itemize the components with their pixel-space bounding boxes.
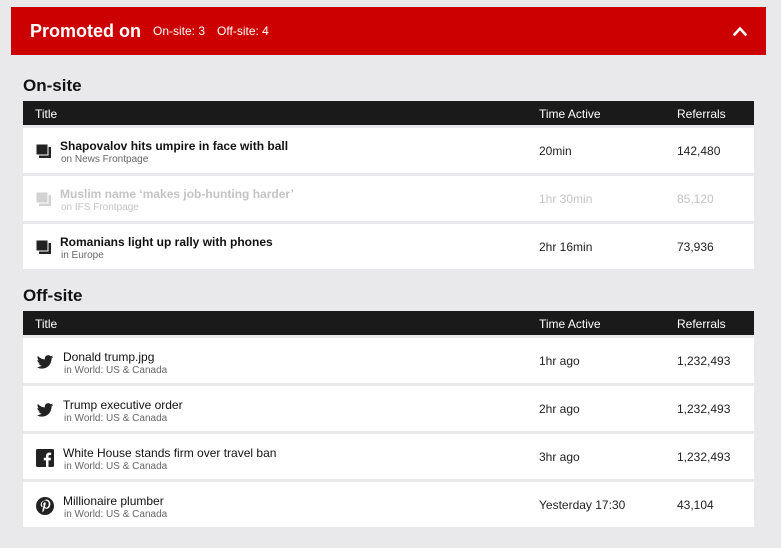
- time-active: Yesterday 17:30: [539, 498, 626, 512]
- article-title[interactable]: Muslim name ‘makes job-hunting harder’: [60, 187, 294, 201]
- article-stack-icon: [35, 239, 51, 254]
- post-title[interactable]: Millionaire plumber: [63, 494, 164, 508]
- chevron-up-icon: [733, 26, 747, 36]
- article-stack-icon: [35, 143, 51, 158]
- referrals-count: 1,232,493: [677, 402, 731, 416]
- article-title[interactable]: Romanians light up rally with phones: [60, 235, 273, 249]
- time-active: 20min: [539, 144, 572, 158]
- referrals-count: 85,120: [677, 192, 714, 206]
- article-location: on IFS Frontpage: [61, 202, 139, 213]
- onsite-count: On-site: 3: [153, 24, 206, 38]
- offsite-table: Title Time Active Referrals Donald trump…: [23, 311, 754, 527]
- post-location: in World: US & Canada: [64, 461, 168, 472]
- article-location: in Europe: [61, 250, 104, 261]
- promoted-header: Promoted on On-site: 3 Off-site: 4: [11, 7, 766, 55]
- table-row[interactable]: White House stands firm over travel ban …: [23, 434, 754, 479]
- table-row[interactable]: Romanians light up rally with phones in …: [23, 224, 754, 269]
- pinterest-icon: [36, 497, 54, 515]
- referrals-count: 43,104: [677, 498, 714, 512]
- facebook-icon: [36, 449, 54, 467]
- onsite-heading: On-site: [23, 76, 82, 95]
- time-active: 2hr 16min: [539, 240, 593, 254]
- referrals-count: 1,232,493: [677, 354, 731, 368]
- column-title: Title: [35, 317, 58, 331]
- post-title[interactable]: White House stands firm over travel ban: [63, 446, 276, 460]
- twitter-icon: [36, 355, 54, 369]
- column-referrals: Referrals: [677, 317, 726, 331]
- table-row[interactable]: Millionaire plumber in World: US & Canad…: [23, 482, 754, 527]
- post-location: in World: US & Canada: [64, 413, 168, 424]
- referrals-count: 1,232,493: [677, 450, 731, 464]
- column-time-active: Time Active: [539, 317, 601, 331]
- time-active: 2hr ago: [539, 402, 580, 416]
- table-row[interactable]: Shapovalov hits umpire in face with ball…: [23, 128, 754, 173]
- table-row[interactable]: Trump executive order in World: US & Can…: [23, 386, 754, 431]
- table-header: Title Time Active Referrals: [23, 311, 754, 335]
- referrals-count: 142,480: [677, 144, 721, 158]
- offsite-count: Off-site: 4: [217, 24, 269, 38]
- column-title: Title: [35, 107, 58, 121]
- post-location: in World: US & Canada: [64, 509, 168, 520]
- referrals-count: 73,936: [677, 240, 714, 254]
- time-active: 1hr 30min: [539, 192, 593, 206]
- table-row[interactable]: Donald trump.jpg in World: US & Canada 1…: [23, 338, 754, 383]
- article-stack-icon: [35, 191, 51, 206]
- twitter-icon: [36, 403, 54, 417]
- table-row[interactable]: Muslim name ‘makes job-hunting harder’ o…: [23, 176, 754, 221]
- article-location: on News Frontpage: [61, 154, 149, 165]
- column-time-active: Time Active: [539, 107, 601, 121]
- table-header: Title Time Active Referrals: [23, 101, 754, 125]
- collapse-button[interactable]: [728, 19, 752, 43]
- offsite-heading: Off-site: [23, 286, 83, 305]
- post-location: in World: US & Canada: [64, 365, 168, 376]
- header-title: Promoted on: [30, 20, 141, 41]
- onsite-table: Title Time Active Referrals Shapovalov h…: [23, 101, 754, 269]
- post-title[interactable]: Donald trump.jpg: [63, 350, 154, 364]
- time-active: 1hr ago: [539, 354, 580, 368]
- article-title[interactable]: Shapovalov hits umpire in face with ball: [60, 139, 288, 153]
- column-referrals: Referrals: [677, 107, 726, 121]
- post-title[interactable]: Trump executive order: [63, 398, 183, 412]
- time-active: 3hr ago: [539, 450, 580, 464]
